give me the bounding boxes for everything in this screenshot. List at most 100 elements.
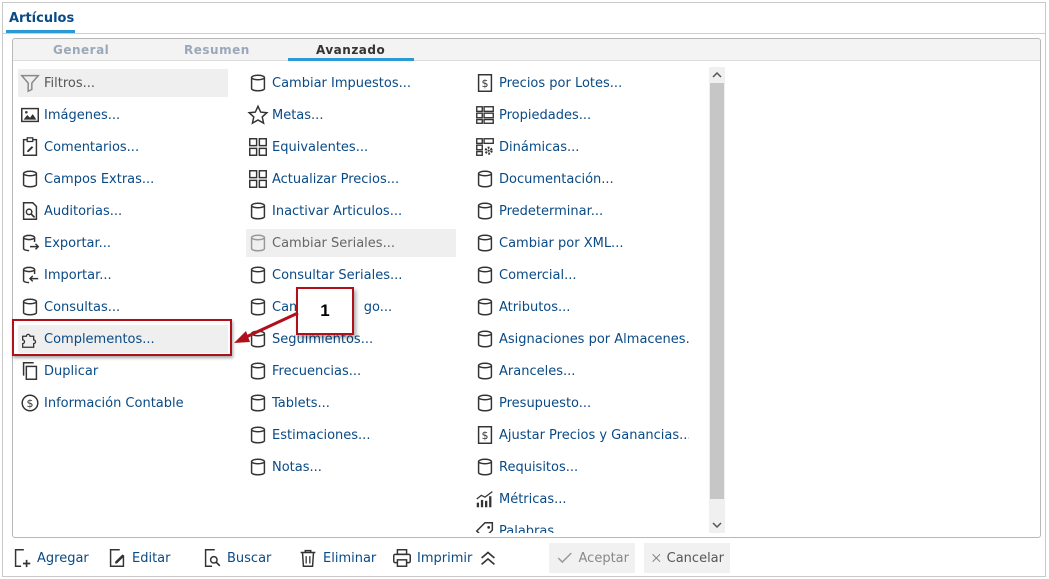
copy-icon bbox=[18, 359, 42, 383]
editar-label: Editar bbox=[132, 550, 171, 566]
aceptar-button[interactable]: Aceptar bbox=[549, 543, 635, 573]
database-icon bbox=[473, 359, 497, 383]
menu-item-label: Tablets... bbox=[272, 395, 330, 411]
menu-item-palabras[interactable]: Palabras... bbox=[473, 517, 567, 533]
menu-item-documentacion[interactable]: Documentación... bbox=[473, 165, 614, 193]
menu-item-label: Palabras... bbox=[499, 523, 567, 534]
menu-item-label: Estimaciones... bbox=[272, 427, 371, 443]
add-document-icon bbox=[14, 549, 31, 568]
close-icon bbox=[652, 553, 661, 563]
menu-item-equivalentes[interactable]: Equivalentes... bbox=[246, 133, 368, 161]
menu-item-label: Frecuencias... bbox=[272, 363, 362, 379]
callout-number-box: 1 bbox=[296, 287, 354, 335]
menu-item-propiedades[interactable]: Propiedades... bbox=[473, 101, 591, 129]
menu-item-label: Equivalentes... bbox=[272, 139, 369, 155]
edit-document-icon bbox=[109, 549, 125, 567]
menu-item-estimaciones[interactable]: Estimaciones... bbox=[246, 421, 370, 449]
menu-item-importar[interactable]: Importar... bbox=[18, 261, 112, 289]
menu-item-label: Complementos... bbox=[44, 331, 155, 347]
menu-item-presupuesto[interactable]: Presupuesto... bbox=[473, 389, 591, 417]
menu-item-label: Asignaciones por Almacenes... bbox=[499, 331, 689, 347]
image-icon bbox=[18, 103, 42, 127]
database-icon bbox=[18, 167, 42, 191]
database-icon bbox=[473, 455, 497, 479]
menu-item-label: Dinámicas... bbox=[499, 139, 580, 155]
menu-item-inactivar-articulos[interactable]: Inactivar Articulos... bbox=[246, 197, 402, 225]
bottom-toolbar: Agregar Editar Buscar Eliminar Imprimir … bbox=[3, 543, 1047, 575]
database-icon bbox=[473, 263, 497, 287]
menu-item-label: Metas... bbox=[272, 107, 324, 123]
menu-item-filtros[interactable]: Filtros... bbox=[18, 69, 228, 97]
database-icon bbox=[473, 327, 497, 351]
menu-item-comentarios[interactable]: Comentarios... bbox=[18, 133, 139, 161]
database-icon bbox=[246, 423, 270, 447]
tab-general[interactable]: General bbox=[53, 43, 109, 57]
double-chevron-up-icon bbox=[481, 551, 495, 566]
check-icon bbox=[557, 552, 572, 564]
menu-item-label: Cambiar Seriales... bbox=[272, 235, 395, 251]
menu-item-label: Predeterminar... bbox=[499, 203, 604, 219]
eliminar-button[interactable]: Eliminar bbox=[297, 543, 376, 573]
database-import-icon bbox=[18, 263, 42, 287]
menu-item-complementos[interactable]: Complementos... bbox=[18, 325, 228, 353]
scroll-up-icon[interactable] bbox=[709, 67, 725, 83]
document-search-icon bbox=[18, 199, 42, 223]
menu-item-cambiar-seriales[interactable]: Cambiar Seriales... bbox=[246, 229, 456, 257]
cancelar-label: Cancelar bbox=[666, 550, 724, 566]
menu-item-requisitos[interactable]: Requisitos... bbox=[473, 453, 578, 481]
menu-item-frecuencias[interactable]: Frecuencias... bbox=[246, 357, 361, 385]
buscar-button[interactable]: Buscar bbox=[201, 543, 271, 573]
database-icon bbox=[246, 231, 270, 255]
database-export-icon bbox=[18, 231, 42, 255]
menu-item-comercial[interactable]: Comercial... bbox=[473, 261, 577, 289]
menu-item-label: Documentación... bbox=[499, 171, 614, 187]
menu-item-campos-extras[interactable]: Campos Extras... bbox=[18, 165, 154, 193]
menu-item-label: Propiedades... bbox=[499, 107, 592, 123]
menu-item-notas[interactable]: Notas... bbox=[246, 453, 322, 481]
scrollbar-thumb[interactable] bbox=[710, 83, 724, 499]
menu-item-tablets[interactable]: Tablets... bbox=[246, 389, 330, 417]
menu-item-metas[interactable]: Metas... bbox=[246, 101, 323, 129]
menu-item-cambiar-impuestos[interactable]: Cambiar Impuestos... bbox=[246, 69, 411, 97]
dollar-doc-icon: $ bbox=[473, 71, 497, 95]
scroll-down-icon[interactable] bbox=[709, 517, 725, 533]
menu-item-exportar[interactable]: Exportar... bbox=[18, 229, 111, 257]
menu-item-cambiar-por-xml[interactable]: Cambiar por XML... bbox=[473, 229, 623, 257]
editar-button[interactable]: Editar bbox=[106, 543, 171, 573]
vertical-scrollbar[interactable] bbox=[709, 67, 725, 533]
menu-item-label: Exportar... bbox=[44, 235, 112, 251]
menu-item-ajustar-precios-y-ganancias[interactable]: $ Ajustar Precios y Ganancias... bbox=[473, 421, 689, 449]
subtab-bar: General Resumen Avanzado bbox=[13, 39, 1040, 61]
menu-item-informacion-contable[interactable]: $ Información Contable bbox=[18, 389, 184, 417]
cancelar-button[interactable]: Cancelar bbox=[644, 543, 730, 573]
menu-item-precios-por-lotes[interactable]: $ Precios por Lotes... bbox=[473, 69, 622, 97]
menu-item-dinamicas[interactable]: Dinámicas... bbox=[473, 133, 579, 161]
menu-item-label: Actualizar Precios... bbox=[272, 171, 400, 187]
database-icon bbox=[246, 295, 270, 319]
menu-item-consultas[interactable]: Consultas... bbox=[18, 293, 120, 321]
menu-item-asignaciones-por-almacenes[interactable]: Asignaciones por Almacenes... bbox=[473, 325, 689, 353]
menu-item-predeterminar[interactable]: Predeterminar... bbox=[473, 197, 603, 225]
menu-item-consultar-seriales[interactable]: Consultar Seriales... bbox=[246, 261, 402, 289]
menu-item-imagenes[interactable]: Imágenes... bbox=[18, 101, 120, 129]
menu-item-label: Auditorias... bbox=[44, 203, 123, 219]
menu-item-actualizar-precios[interactable]: Actualizar Precios... bbox=[246, 165, 399, 193]
menu-item-auditorias[interactable]: Auditorias... bbox=[18, 197, 122, 225]
imprimir-button[interactable]: Imprimir bbox=[391, 543, 472, 573]
collapse-button[interactable] bbox=[477, 543, 503, 573]
clipboard-edit-icon bbox=[18, 135, 42, 159]
menu-item-metricas[interactable]: Métricas... bbox=[473, 485, 567, 513]
tab-resumen[interactable]: Resumen bbox=[184, 43, 250, 57]
agregar-button[interactable]: Agregar bbox=[11, 543, 89, 573]
menu-item-aranceles[interactable]: Aranceles... bbox=[473, 357, 575, 385]
menu-item-label: Inactivar Articulos... bbox=[272, 203, 403, 219]
menu-item-duplicar[interactable]: Duplicar bbox=[18, 357, 98, 385]
tab-articulos[interactable]: Artículos bbox=[9, 11, 74, 26]
star-icon bbox=[246, 103, 270, 127]
tab-avanzado[interactable]: Avanzado bbox=[316, 43, 385, 57]
articulos-window: Artículos General Resumen Avanzado Filtr… bbox=[2, 2, 1046, 577]
menu-item-atributos[interactable]: Atributos... bbox=[473, 293, 570, 321]
menu-item-label: Cambiar Impuestos... bbox=[272, 75, 411, 91]
menu-item-label: Ajustar Precios y Ganancias... bbox=[499, 427, 689, 443]
header-divider bbox=[3, 33, 1045, 34]
